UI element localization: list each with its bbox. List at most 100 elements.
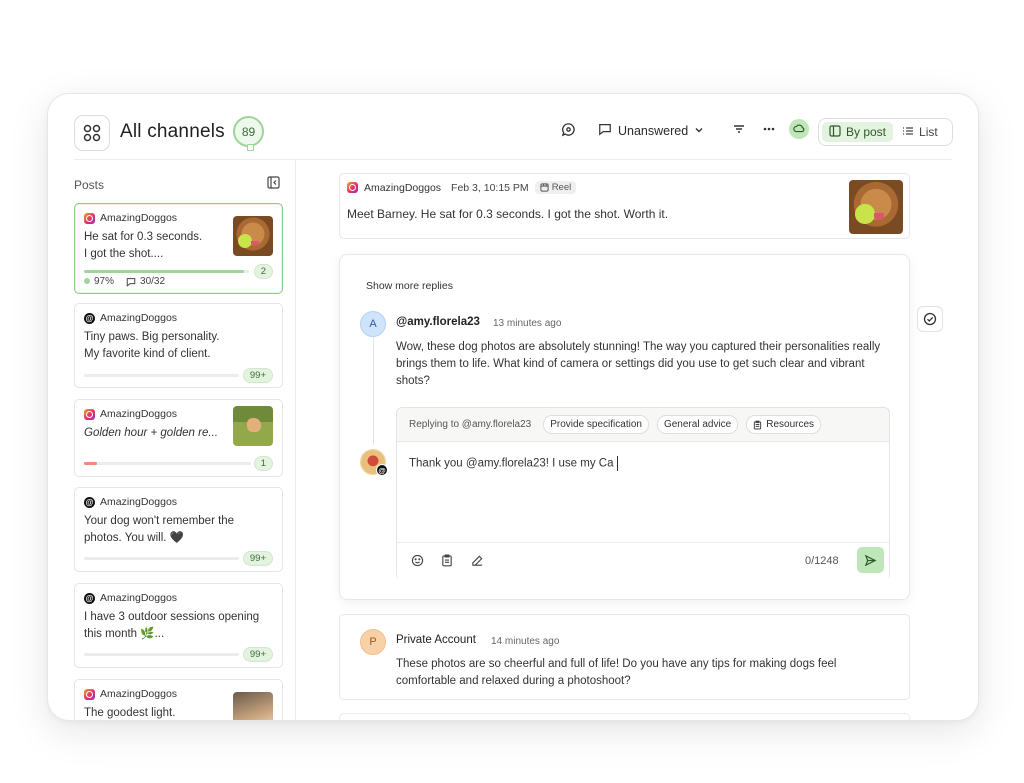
more-options-button[interactable]: [762, 122, 776, 139]
reply-progress-bar: [84, 462, 251, 465]
view-by-post-label: By post: [846, 125, 887, 139]
text-caret: [616, 456, 618, 471]
post-account: AmazingDoggos: [100, 408, 178, 420]
post-text: He sat for 0.3 seconds. I got the shot..…: [84, 231, 203, 260]
chevron-down-icon: [694, 124, 704, 138]
filter-label: Unanswered: [618, 123, 689, 138]
post-card[interactable]: @ AmazingDoggos I have 3 outdoor session…: [74, 583, 283, 668]
sort-icon: [732, 122, 746, 139]
progress-percent: 97%: [94, 276, 115, 287]
more-horizontal-icon: [762, 122, 776, 139]
reply-progress-bar: [84, 557, 239, 560]
post-text: I have 3 outdoor sessions opening this m…: [84, 611, 260, 640]
cloud-sync-icon: [789, 119, 809, 139]
progress-stat: 97%: [84, 276, 114, 287]
post-account: AmazingDoggos: [100, 212, 178, 224]
post-text: Golden hour + golden re...: [84, 427, 218, 439]
character-count: 0/1248: [805, 555, 839, 567]
apps-grid-icon[interactable]: [74, 115, 110, 151]
post-text: Tiny paws. Big personality. My favorite …: [84, 331, 220, 360]
unread-badge: 2: [253, 264, 273, 279]
post-type-label: Reel: [551, 182, 572, 193]
panel-icon: [829, 124, 841, 140]
thread-connector: [373, 335, 374, 445]
post-card[interactable]: AmazingDoggos Golden hour + golden re...…: [74, 399, 283, 477]
threads-icon: @: [84, 496, 95, 508]
chat-sparkle-icon: [561, 122, 576, 140]
clipboard-icon: [754, 420, 762, 430]
comment-author[interactable]: Private Account: [396, 634, 476, 646]
comment-icon: [598, 122, 612, 139]
list-icon: [902, 125, 914, 140]
template-icon[interactable]: [439, 552, 455, 568]
post-card[interactable]: AmazingDoggos The goodest light.: [74, 679, 283, 720]
post-thumbnail: [233, 216, 273, 256]
instagram-icon: [84, 212, 95, 224]
post-account: AmazingDoggos: [100, 312, 178, 324]
unread-count-badge: 89: [233, 116, 264, 151]
post-date: Feb 3, 10:15 PM: [451, 181, 529, 194]
posts-sidebar: Posts AmazingDoggos He sat for 0.3 secon…: [74, 160, 296, 720]
post-thumbnail: [233, 406, 273, 446]
filter-dropdown[interactable]: Unanswered: [598, 122, 704, 139]
post-text: The goodest light.: [84, 707, 176, 719]
replies-count: 30/32: [140, 276, 166, 287]
unread-badge: 1: [253, 456, 273, 471]
post-card[interactable]: AmazingDoggos He sat for 0.3 seconds. I …: [74, 203, 283, 294]
check-circle-icon: [923, 312, 937, 326]
reply-input[interactable]: Thank you @amy.florela23! I use my Ca: [409, 456, 618, 471]
collapse-sidebar-icon[interactable]: [267, 176, 280, 194]
suggestion-chip-resources[interactable]: Resources: [746, 415, 822, 434]
view-list-button[interactable]: List: [895, 122, 945, 142]
reply-progress-bar: [84, 653, 239, 656]
comment-timestamp: 13 minutes ago: [493, 318, 562, 329]
post-thumbnail: [233, 692, 273, 720]
post-thumbnail[interactable]: [849, 180, 903, 234]
post-account: AmazingDoggos: [364, 181, 442, 194]
header: All channels 89 Unanswered By post List: [48, 94, 978, 160]
conversation-panel: AmazingDoggos Feb 3, 10:15 PM Reel Meet …: [297, 160, 978, 720]
post-text: Your dog won't remember the photos. You …: [84, 515, 235, 544]
comment-thread: Show more replies A @amy.florela23 13 mi…: [339, 254, 910, 600]
page-title: All channels: [120, 121, 225, 142]
post-preview: AmazingDoggos Feb 3, 10:15 PM Reel Meet …: [339, 173, 910, 239]
post-card[interactable]: @ AmazingDoggos Tiny paws. Big personali…: [74, 303, 283, 388]
threads-icon: @: [376, 464, 388, 476]
post-card[interactable]: @ AmazingDoggos Your dog won't remember …: [74, 487, 283, 572]
sidebar-title: Posts: [74, 178, 105, 192]
edit-icon[interactable]: [469, 552, 485, 568]
chip-label: Provide specification: [550, 419, 642, 430]
post-card-header: @ AmazingDoggos: [84, 496, 177, 508]
reel-icon: [540, 183, 549, 192]
post-card-header: @ AmazingDoggos: [84, 312, 177, 324]
app-window: All channels 89 Unanswered By post List …: [47, 93, 979, 721]
reply-header: Replying to @amy.florela23 Provide speci…: [397, 408, 889, 441]
post-caption: Meet Barney. He sat for 0.3 seconds. I g…: [347, 207, 669, 221]
emoji-icon[interactable]: [409, 552, 425, 568]
send-button[interactable]: [857, 547, 884, 573]
suggestion-chip-specification[interactable]: Provide specification: [543, 415, 649, 434]
post-account: AmazingDoggos: [100, 496, 178, 508]
ai-reply-button[interactable]: [561, 122, 576, 140]
sync-button[interactable]: [789, 119, 809, 139]
comment-card: P Private Account 14 minutes ago These p…: [339, 614, 910, 700]
sort-button[interactable]: [732, 122, 746, 139]
comment-author[interactable]: @amy.florela23: [396, 316, 480, 328]
replying-to-label: Replying to @amy.florela23: [409, 419, 532, 430]
send-icon: [864, 554, 877, 566]
show-more-replies-link[interactable]: Show more replies: [366, 280, 453, 292]
unread-badge: 99+: [242, 551, 273, 566]
view-list-label: List: [919, 125, 938, 139]
suggestion-chip-general-advice[interactable]: General advice: [656, 415, 739, 434]
post-preview-header: AmazingDoggos Feb 3, 10:15 PM Reel: [347, 181, 577, 194]
mark-resolved-button[interactable]: [917, 306, 943, 332]
view-toggle: By post List: [818, 118, 953, 146]
reply-editor[interactable]: Thank you @amy.florela23! I use my Ca 0/…: [397, 441, 889, 581]
view-by-post-button[interactable]: By post: [822, 122, 894, 142]
reply-progress-bar: [84, 270, 249, 273]
comment-text: These photos are so cheerful and full of…: [396, 658, 837, 687]
reply-progress-bar: [84, 374, 239, 377]
instagram-icon: [347, 182, 358, 193]
post-card-header: AmazingDoggos: [84, 212, 177, 224]
chip-label: Resources: [766, 419, 815, 430]
